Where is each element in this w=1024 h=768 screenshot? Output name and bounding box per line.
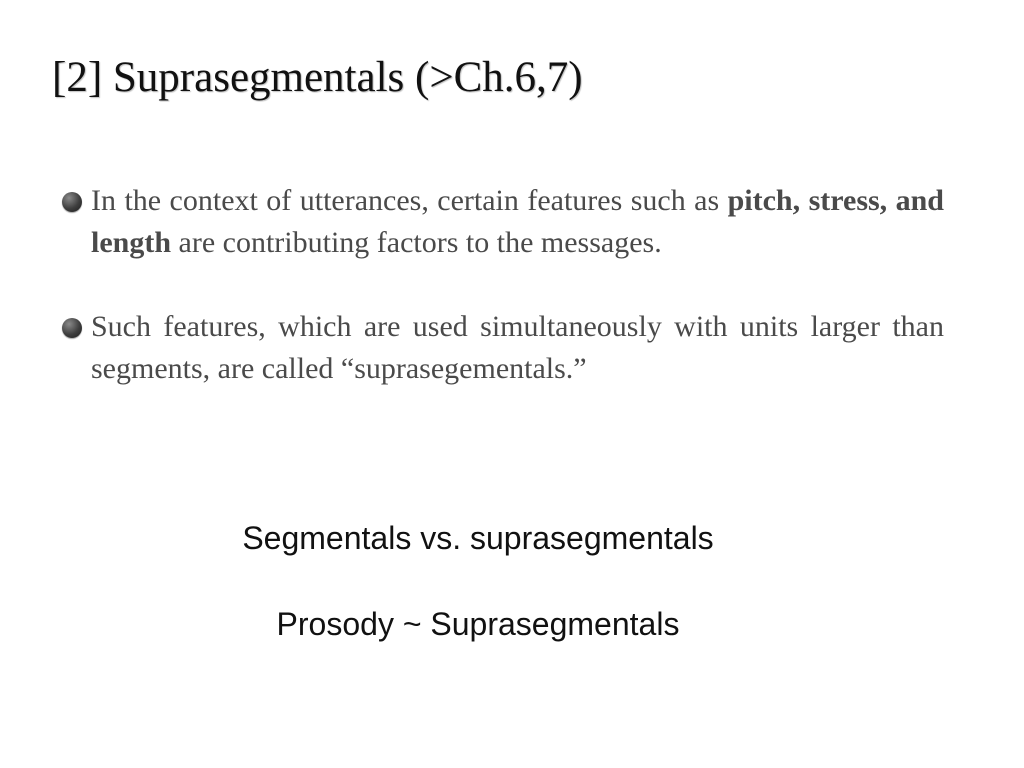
slide: [2] Suprasegmentals (>Ch.6,7) In the con… xyxy=(0,0,1024,768)
bullet-text: Such features, which are used simultaneo… xyxy=(91,310,944,385)
bullet-text: In the context of utterances, certain fe… xyxy=(91,184,944,259)
bullet-item-2: Such features, which are used simultaneo… xyxy=(62,306,944,390)
slide-title: [2] Suprasegmentals (>Ch.6,7) xyxy=(52,54,583,101)
bullet-item-1: In the context of utterances, certain fe… xyxy=(62,180,944,264)
subheading-segmentals: Segmentals vs. suprasegmentals xyxy=(242,520,714,556)
bullet-text-before: In the context of utterances, certain fe… xyxy=(91,184,728,217)
bullet-icon xyxy=(62,192,82,212)
bullet-icon xyxy=(62,318,82,338)
bullet-text-before: Such features, which are used simultaneo… xyxy=(91,310,944,385)
subheading-prosody: Prosody ~ Suprasegmentals xyxy=(276,606,680,642)
bullet-list: In the context of utterances, certain fe… xyxy=(62,180,944,432)
bullet-text-after: are contributing factors to the messages… xyxy=(171,226,662,259)
